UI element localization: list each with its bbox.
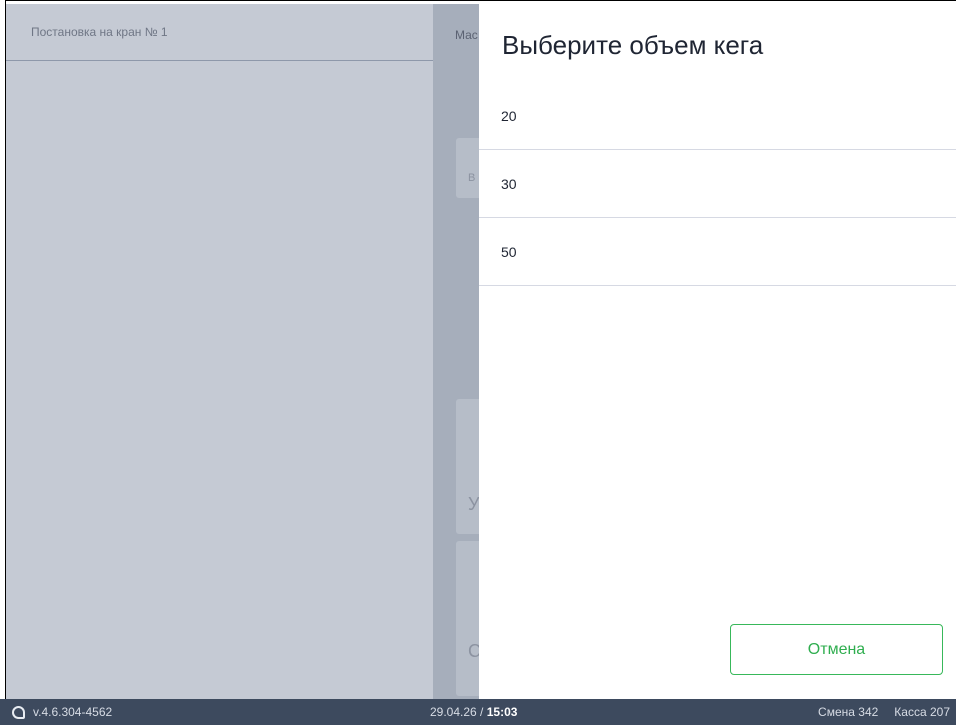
keg-volume-option-20[interactable]: 20 <box>479 82 956 150</box>
status-version-area: v.4.6.304-4562 <box>12 699 112 725</box>
status-register: Касса 207 <box>894 705 950 719</box>
dialog-title: Выберите объем кега <box>502 30 764 60</box>
status-date: 29.04.26 <box>430 705 477 719</box>
app-version: v.4.6.304-4562 <box>33 705 113 719</box>
middle-block-1: В <box>456 138 479 198</box>
status-time: 15:03 <box>486 705 518 719</box>
app-screen: Постановка на кран № 1 Мас В У С Выберит… <box>0 0 956 725</box>
middle-block-1-text: В <box>468 172 476 184</box>
left-panel-overlay: Постановка на кран № 1 <box>6 4 433 699</box>
left-panel-title: Постановка на кран № 1 <box>31 25 168 39</box>
status-datetime: 29.04.26 / 15:03 <box>430 699 517 725</box>
option-label: 20 <box>501 107 517 124</box>
option-label: 30 <box>501 175 517 192</box>
middle-block-3-text: С <box>468 641 479 661</box>
middle-block-2: У <box>456 399 479 534</box>
status-bar: v.4.6.304-4562 29.04.26 / 15:03 Смена 34… <box>0 699 956 725</box>
middle-panel-overlay: Мас В У С <box>433 4 479 699</box>
status-shift-info: Смена 342 Касса 207 <box>818 699 950 725</box>
middle-block-2-text: У <box>468 494 479 514</box>
app-logo-icon <box>12 705 25 719</box>
cancel-button[interactable]: Отмена <box>730 624 943 675</box>
keg-volume-options: 20 30 50 <box>479 82 956 286</box>
option-label: 50 <box>501 243 517 260</box>
middle-block-3: С <box>456 541 479 696</box>
left-panel-header: Постановка на кран № 1 <box>6 4 433 61</box>
middle-panel-header: Мас <box>455 28 478 42</box>
keg-volume-option-30[interactable]: 30 <box>479 150 956 218</box>
status-shift: Смена 342 <box>818 705 879 719</box>
keg-volume-option-50[interactable]: 50 <box>479 218 956 286</box>
keg-volume-dialog: Выберите объем кега 20 30 50 Отмена <box>479 4 956 699</box>
status-date-time-separator: / <box>476 705 487 719</box>
